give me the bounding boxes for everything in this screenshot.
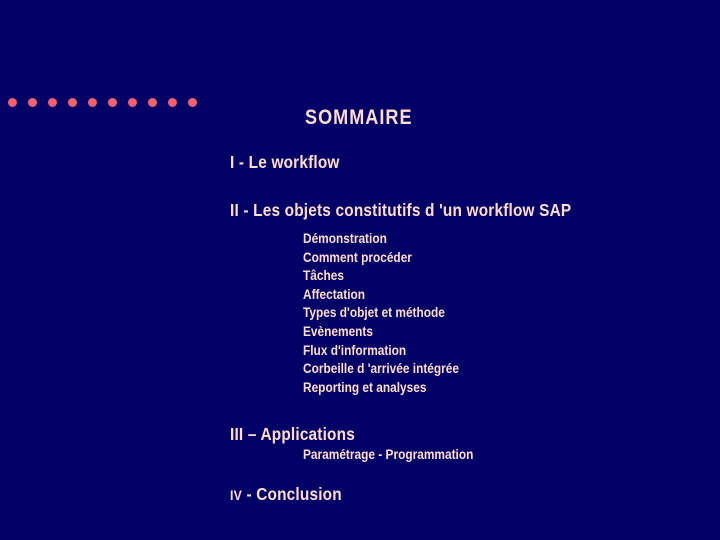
outline-section-1: I - Le workflow bbox=[230, 152, 340, 172]
decorative-dot bbox=[88, 97, 97, 107]
decorative-dot bbox=[188, 97, 197, 107]
outline-sub-item: Affectation bbox=[303, 286, 366, 302]
decorative-dot-row bbox=[8, 94, 208, 110]
outline-sub-item: Flux d'information bbox=[303, 342, 407, 358]
outline-sub-item: Corbeille d 'arrivée intégrée bbox=[303, 361, 460, 377]
decorative-dot bbox=[148, 97, 157, 107]
outline-sub-item: Evènements bbox=[303, 323, 374, 339]
decorative-dot bbox=[128, 97, 137, 107]
decorative-dot bbox=[8, 97, 17, 107]
decorative-dot bbox=[168, 97, 177, 107]
outline-sub-item: Types d'objet et méthode bbox=[303, 305, 445, 321]
decorative-dot bbox=[28, 97, 37, 107]
outline-section-3: III – Applications bbox=[230, 424, 355, 444]
outline-section-4-roman: IV bbox=[230, 487, 243, 503]
outline-section-4-label: - Conclusion bbox=[242, 484, 342, 504]
outline-sub-item: Tâches bbox=[303, 268, 344, 284]
outline-section-2-item-list: Démonstration Comment procéder Tâches Affec… bbox=[303, 230, 480, 397]
outline-section-4: IV - Conclusion bbox=[230, 484, 342, 505]
outline-section-3-item: Paramétrage - Programmation bbox=[303, 447, 474, 462]
outline-sub-item: Reporting et analyses bbox=[303, 379, 427, 395]
decorative-dot bbox=[48, 97, 57, 107]
outline-sub-item: Démonstration bbox=[303, 231, 387, 246]
decorative-dot bbox=[108, 97, 117, 107]
presentation-slide: SOMMAIRE I - Le workflow II - Les objets… bbox=[0, 0, 720, 540]
decorative-dot bbox=[68, 97, 77, 107]
outline-section-2: II - Les objets constitutifs d 'un workf… bbox=[230, 200, 572, 220]
outline-sub-item: Comment procéder bbox=[303, 249, 412, 265]
page-title: SOMMAIRE bbox=[305, 106, 413, 129]
